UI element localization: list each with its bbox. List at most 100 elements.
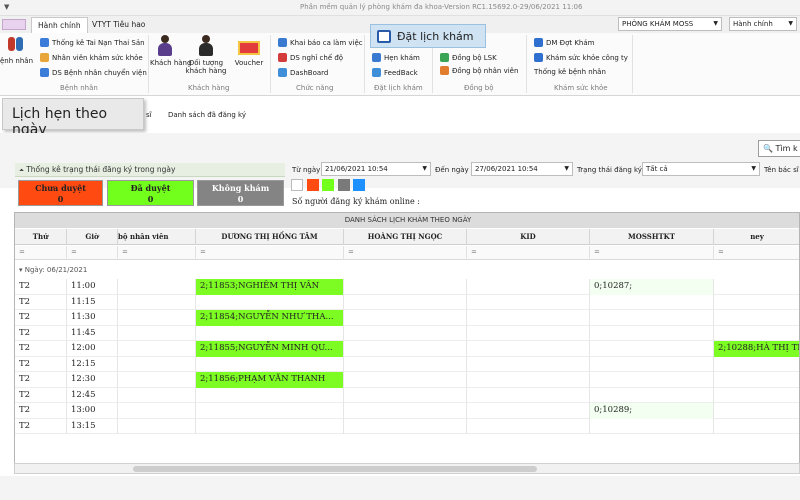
table-cell[interactable] bbox=[590, 418, 714, 434]
table-cell[interactable] bbox=[344, 325, 467, 341]
filter-cell[interactable]: = bbox=[467, 246, 590, 260]
benh-nhan-button[interactable]: ệnh nhân bbox=[0, 35, 33, 65]
table-cell[interactable]: T2 bbox=[15, 279, 67, 295]
table-cell[interactable] bbox=[467, 325, 590, 341]
table-cell[interactable]: T2 bbox=[15, 418, 67, 434]
doi-tuong-khach-hang-button[interactable]: Đối tượng khách hàng bbox=[184, 35, 228, 75]
table-cell[interactable] bbox=[714, 295, 799, 311]
col-header-kid[interactable]: KID bbox=[467, 229, 590, 245]
col-header-nhan-vien[interactable]: bộ nhân viên bbox=[118, 229, 196, 245]
table-cell[interactable] bbox=[467, 294, 590, 310]
table-cell[interactable] bbox=[344, 418, 467, 434]
table-cell[interactable]: 11:15 bbox=[67, 294, 118, 310]
to-date-picker[interactable]: 27/06/2021 10:54 ▼ bbox=[471, 162, 573, 176]
table-cell[interactable] bbox=[344, 341, 467, 357]
table-cell[interactable]: T2 bbox=[15, 387, 67, 403]
filter-cell[interactable]: = bbox=[118, 246, 196, 260]
table-cell[interactable]: T2 bbox=[15, 341, 67, 357]
table-cell[interactable]: 13:15 bbox=[67, 418, 118, 434]
table-cell[interactable] bbox=[467, 372, 590, 388]
collapse-icon[interactable]: ⏶ bbox=[19, 167, 24, 174]
table-cell[interactable]: 12:30 bbox=[67, 372, 118, 388]
table-cell[interactable]: 2;11856;PHẠM VĂN THANH bbox=[196, 372, 344, 388]
scrollbar-thumb[interactable] bbox=[133, 466, 537, 472]
col-header-hoang-thi-ngoc[interactable]: HOÀNG THỊ NGỌC bbox=[344, 229, 467, 245]
table-cell[interactable]: 13:00 bbox=[67, 403, 118, 419]
table-cell[interactable] bbox=[196, 356, 344, 372]
table-cell[interactable] bbox=[467, 279, 590, 295]
ksk-cong-ty-button[interactable]: Khám sức khỏe công ty bbox=[534, 53, 628, 62]
table-cell[interactable] bbox=[714, 419, 799, 435]
table-cell[interactable] bbox=[590, 372, 714, 388]
table-cell[interactable] bbox=[467, 356, 590, 372]
table-cell[interactable]: T2 bbox=[15, 372, 67, 388]
table-cell[interactable]: 2;11855;NGUYỄN MINH QU... bbox=[196, 341, 344, 357]
col-header-duong-thi-hong-tam[interactable]: DƯƠNG THỊ HỒNG TÂM bbox=[196, 229, 344, 245]
table-cell[interactable] bbox=[714, 279, 799, 295]
filter-cell[interactable]: = bbox=[196, 246, 344, 260]
col-header-thu[interactable]: Thứ bbox=[15, 229, 67, 245]
col-header-ney[interactable]: ney bbox=[714, 229, 799, 245]
table-cell[interactable] bbox=[590, 387, 714, 403]
table-cell[interactable]: 2;11854;NGUYỄN NHƯ THA... bbox=[196, 310, 344, 326]
dm-dot-kham-button[interactable]: DM Đợt Khám bbox=[534, 38, 594, 47]
table-row[interactable]: T2 13:15 bbox=[15, 418, 799, 435]
table-cell[interactable]: 12:00 bbox=[67, 341, 118, 357]
table-cell[interactable] bbox=[467, 403, 590, 419]
table-row[interactable]: T2 11:00 2;11853;NGHIÊM THỊ VÂN 0;10287; bbox=[15, 279, 799, 295]
table-cell[interactable]: 12:45 bbox=[67, 387, 118, 403]
table-cell[interactable]: 0;10289; bbox=[590, 403, 714, 419]
tab-lich-hen-theo-ngay[interactable]: Lịch hẹn theo ngày bbox=[2, 98, 144, 138]
table-cell[interactable] bbox=[467, 387, 590, 403]
table-cell[interactable]: T2 bbox=[15, 325, 67, 341]
filter-cell[interactable]: = bbox=[15, 246, 67, 260]
table-cell[interactable] bbox=[590, 341, 714, 357]
status-select[interactable]: Tất cả ▼ bbox=[642, 162, 760, 176]
filter-cell[interactable]: = bbox=[67, 246, 118, 260]
quick-access-arrow-icon[interactable]: ▼ bbox=[4, 3, 9, 11]
from-date-picker[interactable]: 21/06/2021 10:54 ▼ bbox=[321, 162, 431, 176]
legend-swatch-blue[interactable] bbox=[353, 179, 365, 191]
ds-chuyen-vien-button[interactable]: DS Bệnh nhân chuyển viện bbox=[40, 68, 147, 77]
table-cell[interactable] bbox=[714, 388, 799, 404]
group-row[interactable]: ▾ Ngày: 06/21/2021 bbox=[15, 263, 799, 277]
table-row[interactable]: T2 13:00 0;10289; bbox=[15, 403, 799, 419]
status-box-da-duyet[interactable]: Đã duyệt 0 bbox=[107, 180, 194, 206]
table-row[interactable]: T2 12:00 2;11855;NGUYỄN MINH QU... 2;10288;… bbox=[15, 341, 799, 357]
tab-fragment[interactable]: sĩ bbox=[146, 111, 152, 119]
legend-swatch-white[interactable] bbox=[291, 179, 303, 191]
table-cell[interactable] bbox=[344, 279, 467, 295]
table-cell[interactable] bbox=[714, 372, 799, 388]
table-cell[interactable] bbox=[118, 294, 196, 310]
module-select[interactable]: Hành chính ▼ bbox=[729, 17, 797, 31]
table-cell[interactable] bbox=[196, 325, 344, 341]
thong-ke-benh-nhan-button[interactable]: Thống kê bệnh nhân bbox=[534, 68, 606, 76]
legend-swatch-gray[interactable] bbox=[338, 179, 350, 191]
tab-danh-sach-da-dang-ky[interactable]: Danh sách đã đăng ký bbox=[168, 111, 246, 119]
table-row[interactable]: T2 12:15 bbox=[15, 356, 799, 373]
table-cell[interactable]: 2;11853;NGHIÊM THỊ VÂN bbox=[196, 279, 344, 295]
table-cell[interactable] bbox=[714, 403, 799, 419]
table-cell[interactable] bbox=[196, 403, 344, 419]
tab-hanh-chinh[interactable]: Hành chính bbox=[31, 17, 88, 33]
table-cell[interactable] bbox=[196, 387, 344, 403]
ds-nghi-che-do-button[interactable]: DS nghỉ chế độ bbox=[278, 53, 343, 62]
collapse-group-icon[interactable]: ▾ bbox=[19, 266, 23, 274]
table-cell[interactable] bbox=[714, 357, 799, 373]
table-row[interactable]: T2 11:45 bbox=[15, 325, 799, 342]
table-cell[interactable] bbox=[344, 403, 467, 419]
filter-cell[interactable]: = bbox=[344, 246, 467, 260]
table-cell[interactable] bbox=[118, 418, 196, 434]
legend-swatch-red[interactable] bbox=[307, 179, 319, 191]
status-box-khong-kham[interactable]: Không khám 0 bbox=[197, 180, 284, 206]
filter-cell[interactable]: = bbox=[714, 246, 799, 260]
table-cell[interactable] bbox=[590, 356, 714, 372]
table-cell[interactable] bbox=[344, 372, 467, 388]
table-cell[interactable] bbox=[118, 325, 196, 341]
col-header-mosshtkt[interactable]: MOSSHTKT bbox=[590, 229, 714, 245]
table-row[interactable]: T2 11:30 2;11854;NGUYỄN NHƯ THA... bbox=[15, 310, 799, 326]
table-cell[interactable] bbox=[344, 387, 467, 403]
table-cell[interactable] bbox=[714, 326, 799, 342]
table-cell[interactable] bbox=[344, 356, 467, 372]
search-button[interactable]: 🔍 Tìm k bbox=[758, 140, 800, 157]
